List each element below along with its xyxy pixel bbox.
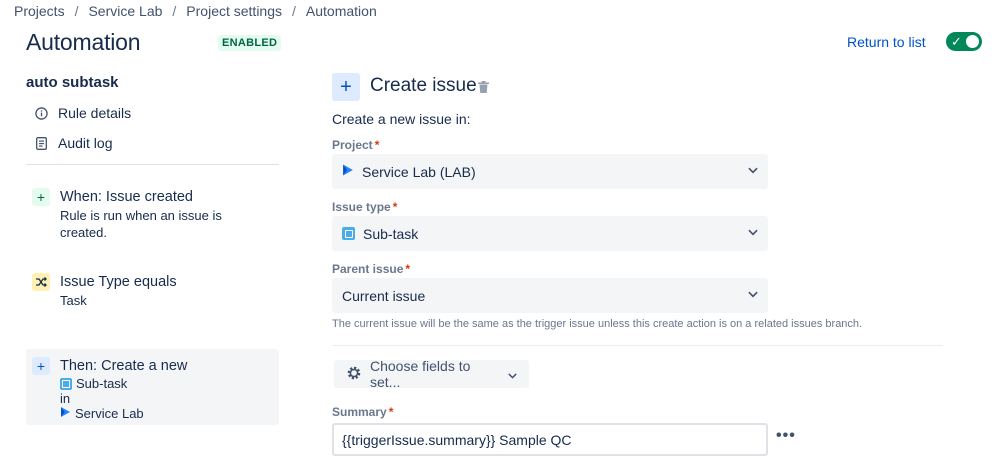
condition-step-description: Task [60, 293, 87, 308]
action-step-connector: in [60, 391, 71, 406]
more-options-icon[interactable]: ••• [776, 427, 796, 445]
breadcrumb-separator: / [292, 3, 296, 19]
action-step-issue-type: Sub-task [60, 376, 187, 391]
parent-issue-select[interactable]: Current issue [332, 278, 768, 313]
choose-fields-label: Choose fields to set... [370, 358, 471, 390]
toggle-knob [966, 35, 979, 48]
issue-type-select-value: Sub-task [363, 225, 419, 242]
required-marker: * [405, 262, 411, 276]
action-title: Create issue [370, 75, 477, 96]
gear-icon [346, 365, 362, 384]
trigger-step[interactable]: + When: Issue created Rule is run when a… [26, 180, 279, 249]
trigger-step-description: Rule is run when an issue is created. [60, 208, 222, 240]
chevron-down-icon [748, 229, 758, 239]
rule-enabled-toggle[interactable]: ✓ [946, 32, 982, 51]
page-title: Automation [26, 29, 141, 55]
required-marker: * [374, 138, 380, 152]
action-step-title: Then: Create a new [60, 358, 188, 374]
sidebar-item-rule-details[interactable]: Rule details [34, 105, 131, 121]
chevron-down-icon [508, 366, 517, 382]
section-divider [332, 345, 943, 346]
project-select-value: Service Lab (LAB) [362, 163, 476, 180]
breadcrumb-service-lab[interactable]: Service Lab [88, 3, 162, 19]
shuffle-icon [32, 273, 50, 291]
project-icon [60, 406, 71, 421]
sidebar-divider [26, 164, 279, 165]
trigger-step-title: When: Issue created [60, 189, 193, 205]
required-marker: * [388, 405, 394, 419]
project-label: Project * [332, 138, 380, 152]
breadcrumb: Projects / Service Lab / Project setting… [14, 3, 377, 19]
summary-label: Summary * [332, 405, 394, 419]
choose-fields-button[interactable]: Choose fields to set... [334, 358, 529, 390]
sidebar-item-label: Audit log [58, 135, 113, 151]
issue-type-select[interactable]: Sub-task [332, 216, 768, 251]
project-select[interactable]: Service Lab (LAB) [332, 154, 768, 189]
trash-icon[interactable] [478, 80, 489, 93]
status-badge: ENABLED [218, 35, 282, 51]
plus-icon: + [32, 357, 50, 375]
action-step[interactable]: + Then: Create a new Sub-task in Service… [26, 349, 279, 425]
chevron-down-icon [748, 291, 758, 301]
info-icon [34, 106, 48, 120]
parent-issue-helper: The current issue will be the same as th… [332, 318, 863, 330]
subtask-icon [60, 377, 72, 390]
action-step-project: Service Lab [60, 406, 187, 421]
breadcrumb-separator: / [172, 3, 177, 19]
parent-issue-label: Parent issue * [332, 262, 411, 276]
breadcrumb-project-settings[interactable]: Project settings [186, 3, 282, 19]
return-to-list-link[interactable]: Return to list [847, 34, 926, 50]
subtask-icon [342, 227, 355, 240]
chevron-down-icon [748, 167, 758, 177]
summary-input[interactable] [332, 423, 768, 456]
parent-issue-select-value: Current issue [342, 287, 426, 304]
plus-icon: + [332, 73, 360, 101]
rule-name: auto subtask [26, 74, 119, 91]
condition-step[interactable]: Issue Type equals Task [26, 265, 279, 317]
project-icon [342, 163, 354, 180]
intro-text: Create a new issue in: [332, 111, 471, 127]
breadcrumb-automation[interactable]: Automation [306, 3, 377, 19]
breadcrumb-separator: / [74, 3, 79, 19]
sidebar-item-label: Rule details [58, 105, 132, 121]
issue-type-label: Issue type * [332, 200, 398, 214]
plus-icon: + [32, 188, 50, 206]
breadcrumb-projects[interactable]: Projects [14, 3, 65, 19]
condition-step-title: Issue Type equals [60, 274, 177, 290]
sidebar-item-audit-log[interactable]: Audit log [34, 135, 112, 151]
document-icon [34, 136, 48, 150]
check-icon: ✓ [951, 34, 962, 49]
required-marker: * [392, 200, 398, 214]
